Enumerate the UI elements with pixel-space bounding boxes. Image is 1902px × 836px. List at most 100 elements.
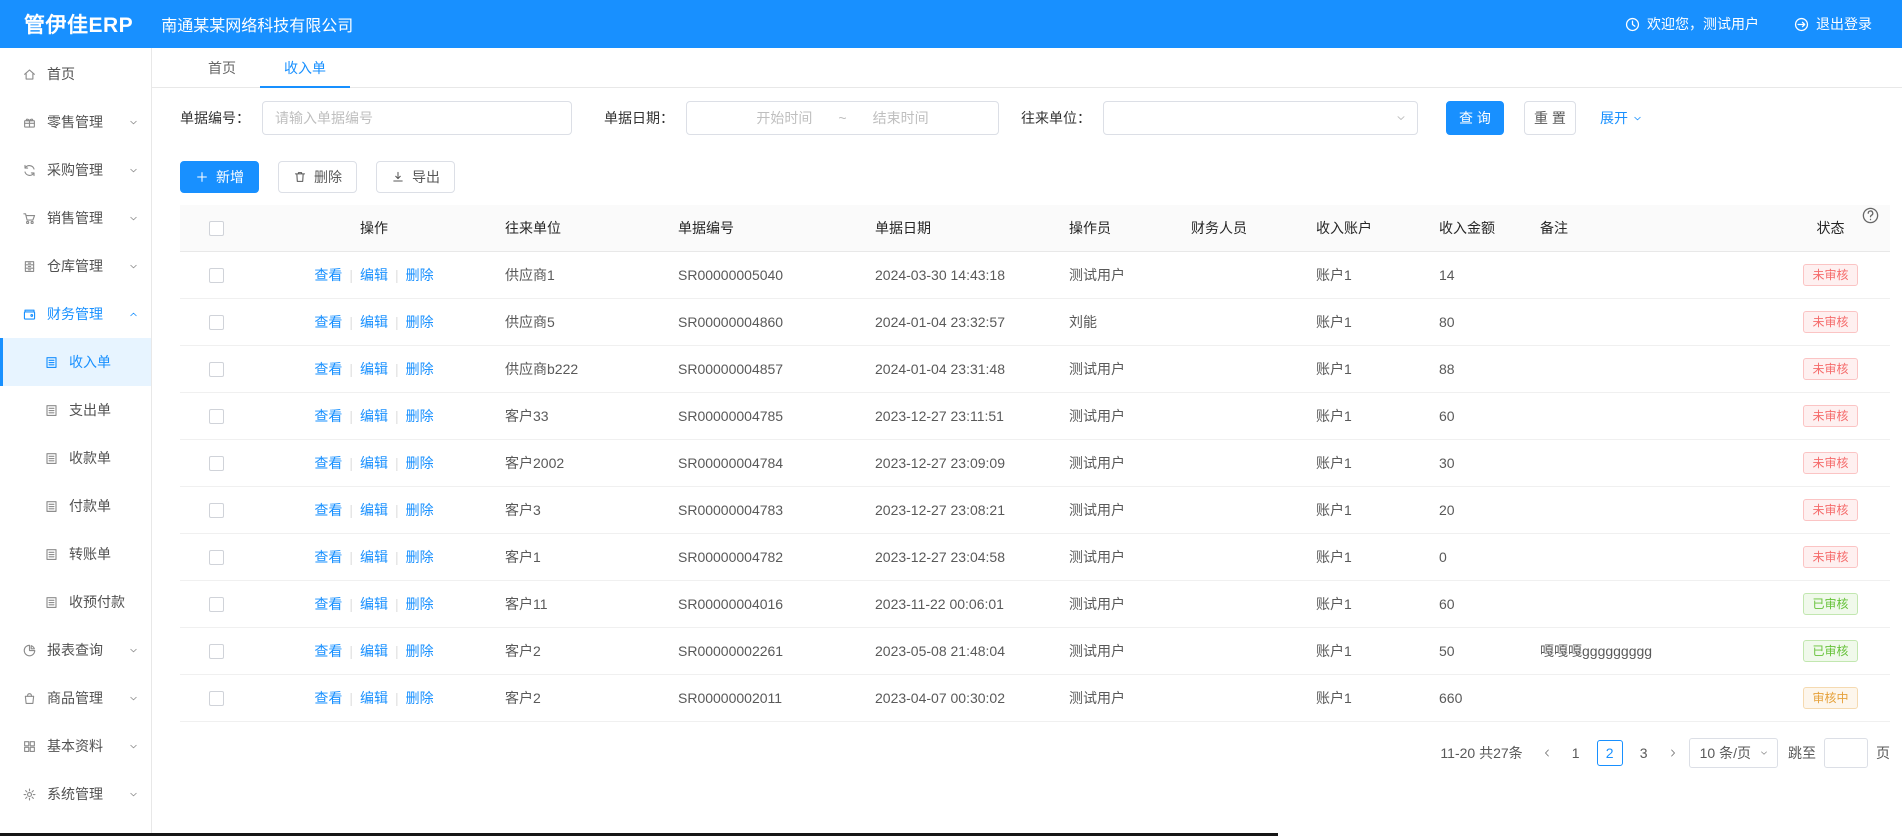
row-action-view[interactable]: 查看 [314, 688, 342, 708]
sidebar-item-basic[interactable]: 基本资料 [0, 722, 151, 770]
row-action-edit[interactable]: 编辑 [360, 312, 388, 332]
row-checkbox[interactable] [209, 409, 224, 424]
page-number-1[interactable]: 1 [1563, 740, 1589, 766]
sidebar-item-home[interactable]: 首页 [0, 50, 151, 98]
sidebar-item-sales[interactable]: 销售管理 [0, 194, 151, 242]
row-checkbox[interactable] [209, 503, 224, 518]
sidebar-item-reports[interactable]: 报表查询 [0, 626, 151, 674]
row-action-view[interactable]: 查看 [314, 547, 342, 567]
row-checkbox[interactable] [209, 456, 224, 471]
bill-no-input[interactable] [262, 101, 572, 135]
cell-income-amount: 60 [1429, 408, 1530, 424]
tab-home[interactable]: 首页 [184, 48, 260, 87]
delete-button[interactable]: 删除 [278, 161, 357, 193]
sidebar-item-payment[interactable]: 付款单 [0, 482, 151, 530]
action-divider: | [349, 690, 353, 706]
row-checkbox[interactable] [209, 268, 224, 283]
row-action-delete[interactable]: 删除 [406, 641, 434, 661]
counterpart-select[interactable] [1103, 101, 1418, 135]
row-action-view[interactable]: 查看 [314, 359, 342, 379]
welcome-user[interactable]: 欢迎您，测试用户 [1624, 14, 1759, 34]
sidebar-item-finance[interactable]: 财务管理 [0, 290, 151, 338]
row-action-view[interactable]: 查看 [314, 406, 342, 426]
row-checkbox[interactable] [209, 362, 224, 377]
cell-bill-no: SR00000004782 [668, 549, 865, 565]
sidebar-item-purchase[interactable]: 采购管理 [0, 146, 151, 194]
prev-page-button[interactable] [1541, 747, 1553, 759]
doc-icon [44, 547, 59, 562]
row-action-view[interactable]: 查看 [314, 500, 342, 520]
row-actions: 查看|编辑|删除 [253, 312, 495, 332]
sidebar-item-system[interactable]: 系统管理 [0, 770, 151, 818]
row-action-edit[interactable]: 编辑 [360, 688, 388, 708]
export-button[interactable]: 导出 [376, 161, 455, 193]
row-checkbox[interactable] [209, 550, 224, 565]
column-header: 操作 [253, 218, 495, 238]
date-end-placeholder[interactable]: 结束时间 [873, 108, 929, 128]
cell-counterpart: 客户11 [495, 594, 668, 614]
row-action-delete[interactable]: 删除 [406, 406, 434, 426]
sidebar-item-income[interactable]: 收入单 [0, 338, 151, 386]
row-action-delete[interactable]: 删除 [406, 500, 434, 520]
row-action-view[interactable]: 查看 [314, 594, 342, 614]
sidebar-item-receipt[interactable]: 收款单 [0, 434, 151, 482]
expand-link[interactable]: 展开 [1600, 108, 1643, 128]
table-row: 查看|编辑|删除客户3SR000000047832023-12-27 23:08… [180, 487, 1890, 534]
row-action-edit[interactable]: 编辑 [360, 359, 388, 379]
status-badge: 未审核 [1803, 546, 1857, 568]
status-badge: 未审核 [1803, 452, 1857, 474]
help-icon[interactable] [1861, 206, 1880, 225]
add-button[interactable]: 新增 [180, 161, 259, 193]
chevron-down-icon [1632, 113, 1643, 124]
page-number-3[interactable]: 3 [1631, 740, 1657, 766]
row-action-view[interactable]: 查看 [314, 641, 342, 661]
cell-bill-date: 2023-11-22 00:06:01 [865, 596, 1059, 612]
sidebar-item-transfer[interactable]: 转账单 [0, 530, 151, 578]
row-checkbox[interactable] [209, 597, 224, 612]
date-range-picker[interactable]: 开始时间 ~ 结束时间 [686, 101, 999, 135]
next-page-button[interactable] [1667, 747, 1679, 759]
select-all-checkbox[interactable] [209, 221, 224, 236]
row-action-edit[interactable]: 编辑 [360, 594, 388, 614]
logout-button[interactable]: 退出登录 [1793, 14, 1872, 34]
status-badge: 审核中 [1803, 687, 1857, 709]
jump-page-input[interactable] [1824, 738, 1868, 768]
sidebar-item-goods[interactable]: 商品管理 [0, 674, 151, 722]
row-action-edit[interactable]: 编辑 [360, 265, 388, 285]
sidebar-item-prepaid[interactable]: 收预付款 [0, 578, 151, 626]
row-action-edit[interactable]: 编辑 [360, 453, 388, 473]
page-size-select[interactable]: 10 条/页 [1689, 738, 1778, 768]
row-checkbox[interactable] [209, 691, 224, 706]
sidebar-item-warehouse[interactable]: 仓库管理 [0, 242, 151, 290]
row-checkbox[interactable] [209, 644, 224, 659]
row-action-edit[interactable]: 编辑 [360, 406, 388, 426]
column-header: 备注 [1530, 218, 1771, 238]
row-action-edit[interactable]: 编辑 [360, 500, 388, 520]
action-divider: | [395, 361, 399, 377]
row-action-edit[interactable]: 编辑 [360, 641, 388, 661]
row-action-delete[interactable]: 删除 [406, 359, 434, 379]
row-action-delete[interactable]: 删除 [406, 265, 434, 285]
date-start-placeholder[interactable]: 开始时间 [756, 108, 812, 128]
sidebar-item-retail[interactable]: 零售管理 [0, 98, 151, 146]
tab-income[interactable]: 收入单 [260, 48, 350, 87]
row-action-delete[interactable]: 删除 [406, 312, 434, 332]
row-actions: 查看|编辑|删除 [253, 547, 495, 567]
row-action-delete[interactable]: 删除 [406, 547, 434, 567]
row-action-view[interactable]: 查看 [314, 312, 342, 332]
row-action-delete[interactable]: 删除 [406, 453, 434, 473]
row-action-delete[interactable]: 删除 [406, 688, 434, 708]
search-button[interactable]: 查 询 [1446, 101, 1504, 135]
row-action-view[interactable]: 查看 [314, 453, 342, 473]
row-action-delete[interactable]: 删除 [406, 594, 434, 614]
expand-text: 展开 [1600, 108, 1628, 128]
gear-icon [22, 787, 37, 802]
row-checkbox[interactable] [209, 315, 224, 330]
page-number-2[interactable]: 2 [1597, 740, 1623, 766]
row-action-edit[interactable]: 编辑 [360, 547, 388, 567]
action-divider: | [395, 690, 399, 706]
sidebar-item-expense[interactable]: 支出单 [0, 386, 151, 434]
reset-button[interactable]: 重 置 [1524, 101, 1576, 135]
trash-icon [293, 170, 307, 184]
row-action-view[interactable]: 查看 [314, 265, 342, 285]
